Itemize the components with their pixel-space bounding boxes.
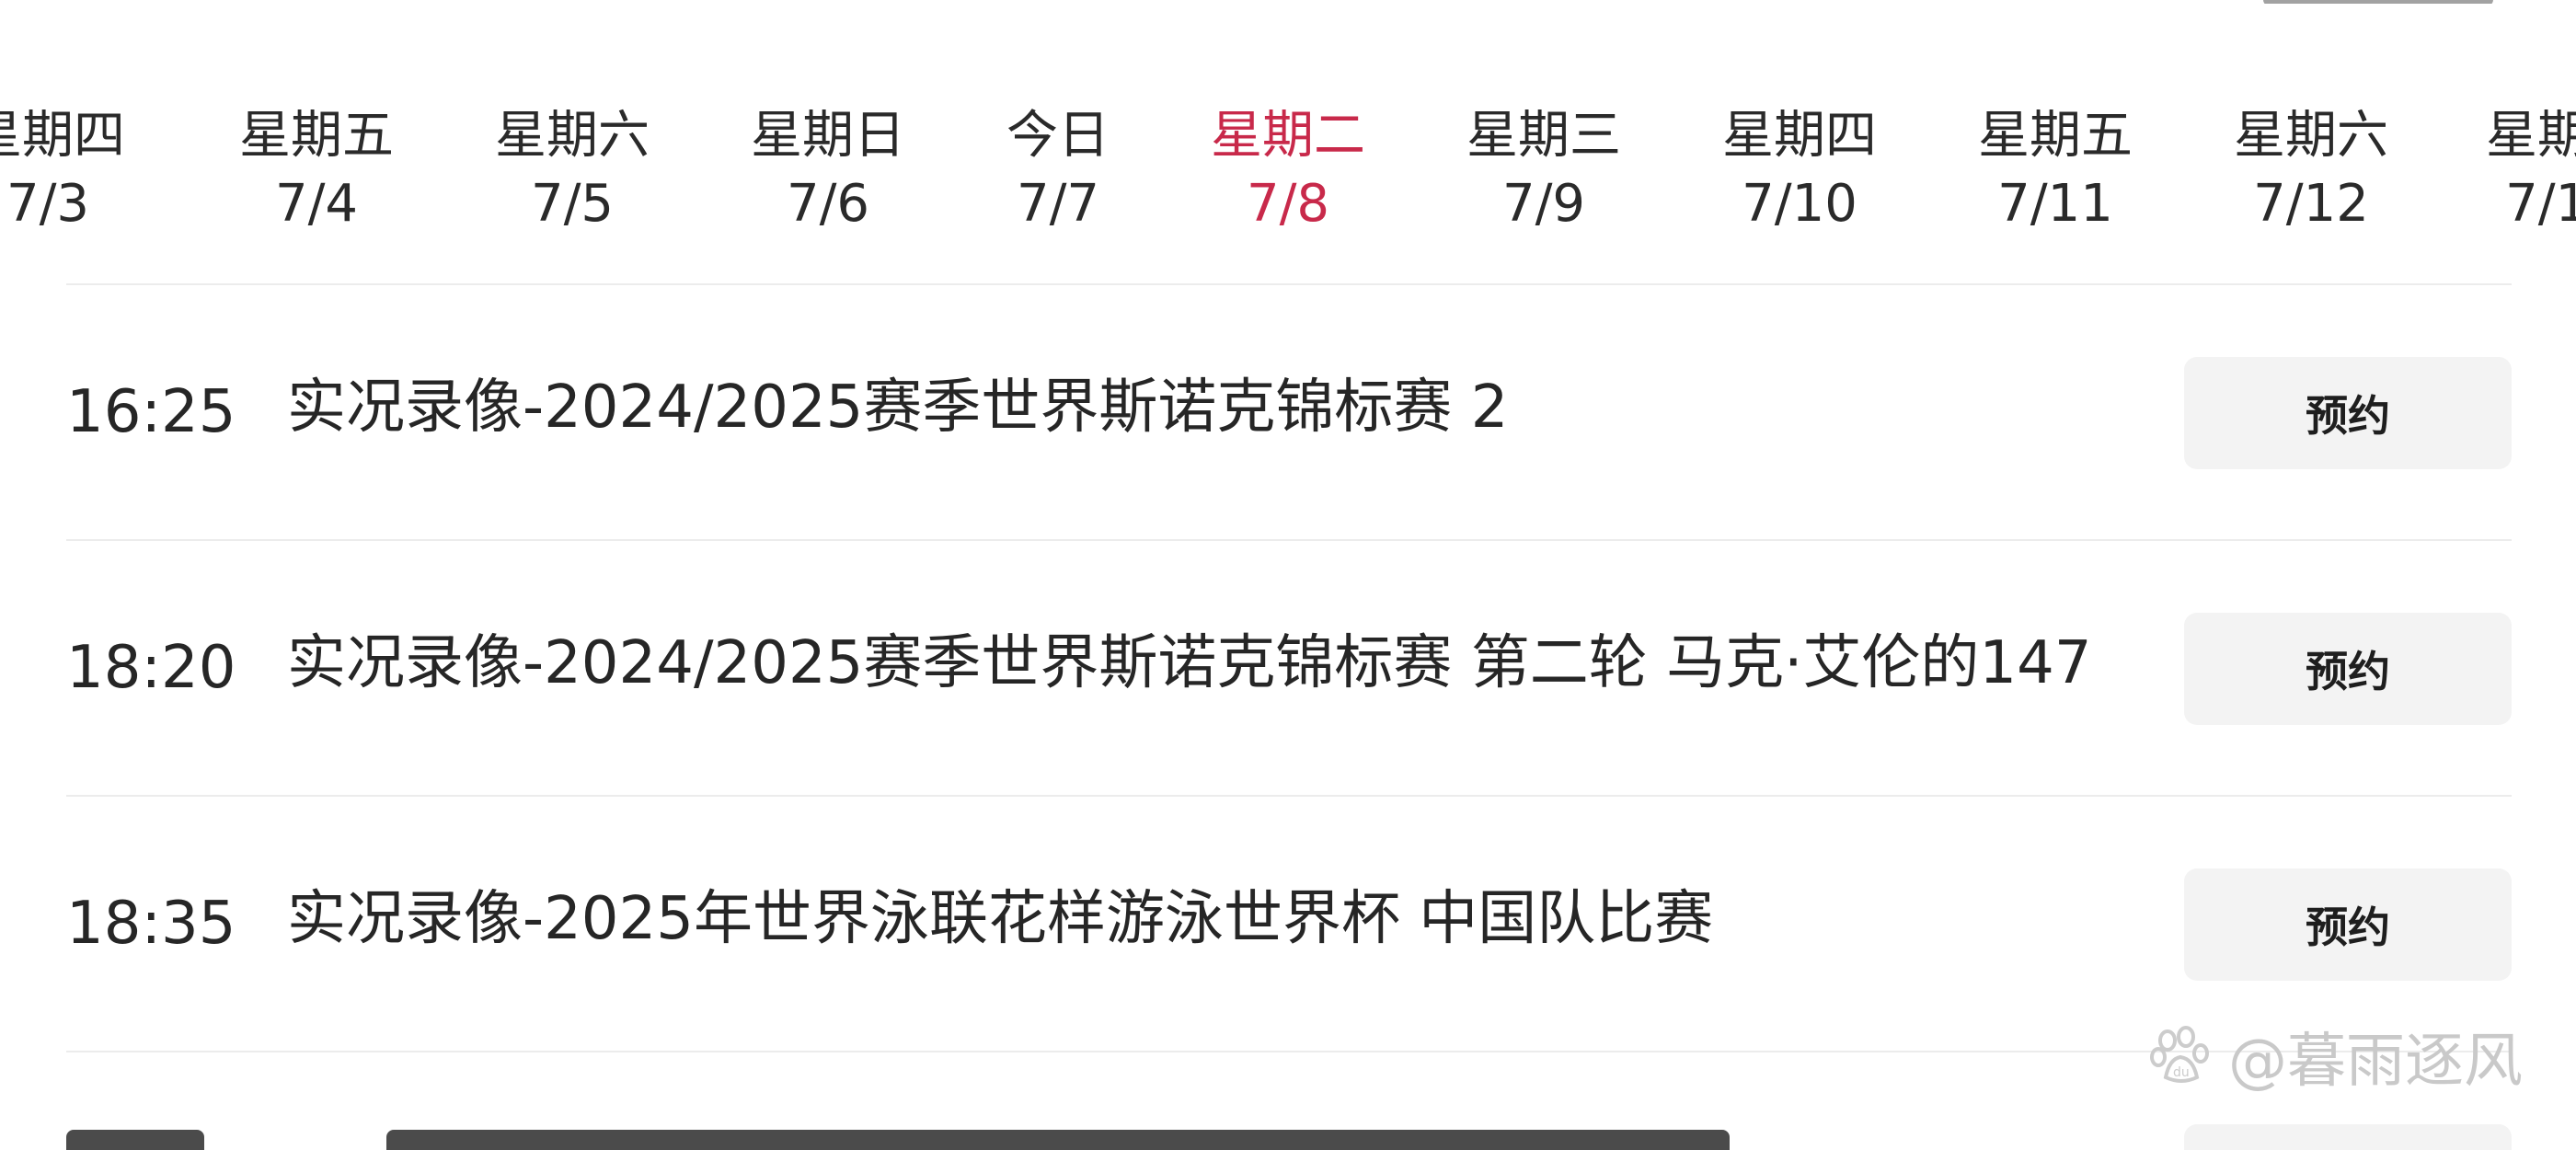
cropped-header-action[interactable] — [2263, 0, 2493, 4]
program-time: 16:25 — [66, 378, 236, 446]
watermark: du @暮雨逐风 — [2149, 1019, 2523, 1096]
date-tab-weekday: 星期五 — [239, 106, 394, 166]
divider — [66, 283, 2512, 285]
divider — [66, 795, 2512, 797]
reserve-button[interactable]: 预约 — [2184, 868, 2512, 981]
date-tab-date: 7/8 — [1246, 174, 1330, 234]
date-tab-today[interactable]: 今日 7/7 — [938, 101, 1178, 237]
divider — [66, 1051, 2512, 1052]
date-tab-weekday: 星期日 — [751, 106, 905, 166]
date-tab-weekday: 星期三 — [1466, 106, 1621, 166]
cropped-program-title[interactable] — [386, 1130, 1730, 1150]
date-tab-7-6[interactable]: 星期日 7/6 — [708, 101, 948, 237]
program-row: 16:25 实况录像-2024/2025赛季世界斯诺克锦标赛 2 预约 — [0, 329, 2576, 495]
date-tab-7-3[interactable]: 星期四 7/3 — [0, 101, 167, 237]
divider — [66, 539, 2512, 541]
date-tab-date: 7/3 — [6, 174, 90, 234]
watermark-text: @暮雨逐风 — [2228, 1028, 2523, 1096]
reserve-button[interactable]: 预约 — [2184, 613, 2512, 725]
date-tab-weekday: 星期四 — [1722, 106, 1877, 166]
date-tab-7-12[interactable]: 星期六 7/12 — [2191, 101, 2431, 237]
date-tab-date: 7/6 — [786, 174, 870, 234]
program-row: 18:20 实况录像-2024/2025赛季世界斯诺克锦标赛 第二轮 马克·艾伦… — [0, 585, 2576, 751]
program-row: 18:35 实况录像-2025年世界泳联花样游泳世界杯 中国队比赛 预约 — [0, 841, 2576, 1006]
date-tab-weekday: 星期二 — [1211, 106, 1365, 166]
date-tab-date: 7/11 — [1997, 174, 2113, 234]
svg-text:du: du — [2173, 1065, 2190, 1080]
cropped-reserve-button[interactable] — [2184, 1124, 2512, 1150]
program-time: 18:20 — [66, 634, 236, 702]
date-selector-strip: 星期四 7/3 星期五 7/4 星期六 7/5 星期日 7/6 今日 7/7 星… — [0, 101, 2576, 239]
date-tab-weekday: 星期五 — [1978, 106, 2133, 166]
cropped-header-title — [55, 0, 331, 5]
program-title[interactable]: 实况录像-2024/2025赛季世界斯诺克锦标赛 2 — [287, 329, 1508, 486]
tv-schedule-page: 星期四 7/3 星期五 7/4 星期六 7/5 星期日 7/6 今日 7/7 星… — [0, 0, 2576, 1150]
date-tab-weekday: 星期六 — [2234, 106, 2388, 166]
date-tab-7-10[interactable]: 星期四 7/10 — [1680, 101, 1919, 237]
date-tab-date: 7/13 — [2505, 174, 2576, 234]
program-title[interactable]: 实况录像-2025年世界泳联花样游泳世界杯 中国队比赛 — [287, 841, 1713, 997]
baidu-paw-icon: du — [2149, 1024, 2214, 1088]
program-time: 18:35 — [66, 890, 236, 958]
date-tab-7-11[interactable]: 星期五 7/11 — [1936, 101, 2175, 237]
date-tab-7-5[interactable]: 星期六 7/5 — [453, 101, 692, 237]
date-tab-weekday: 今日 — [1006, 106, 1110, 166]
date-tab-7-4[interactable]: 星期五 7/4 — [197, 101, 436, 237]
date-tab-date: 7/7 — [1016, 174, 1100, 234]
program-title[interactable]: 实况录像-2024/2025赛季世界斯诺克锦标赛 第二轮 马克·艾伦的147 — [287, 585, 2092, 742]
date-tab-weekday: 星期日 — [2486, 106, 2576, 166]
date-tab-7-9[interactable]: 星期三 7/9 — [1424, 101, 1663, 237]
date-tab-date: 7/12 — [2253, 174, 2369, 234]
date-tab-date: 7/9 — [1501, 174, 1586, 234]
date-tab-7-8-selected[interactable]: 星期二 7/8 — [1168, 101, 1408, 237]
reserve-button[interactable]: 预约 — [2184, 357, 2512, 469]
date-tab-weekday: 星期六 — [495, 106, 650, 166]
date-tab-date: 7/4 — [274, 174, 359, 234]
date-tab-date: 7/5 — [530, 174, 615, 234]
date-tab-date: 7/10 — [1742, 174, 1857, 234]
cropped-program-time — [66, 1130, 204, 1150]
date-tab-7-13[interactable]: 星期日 7/13 — [2444, 101, 2576, 237]
date-tab-weekday: 星期四 — [0, 106, 125, 166]
